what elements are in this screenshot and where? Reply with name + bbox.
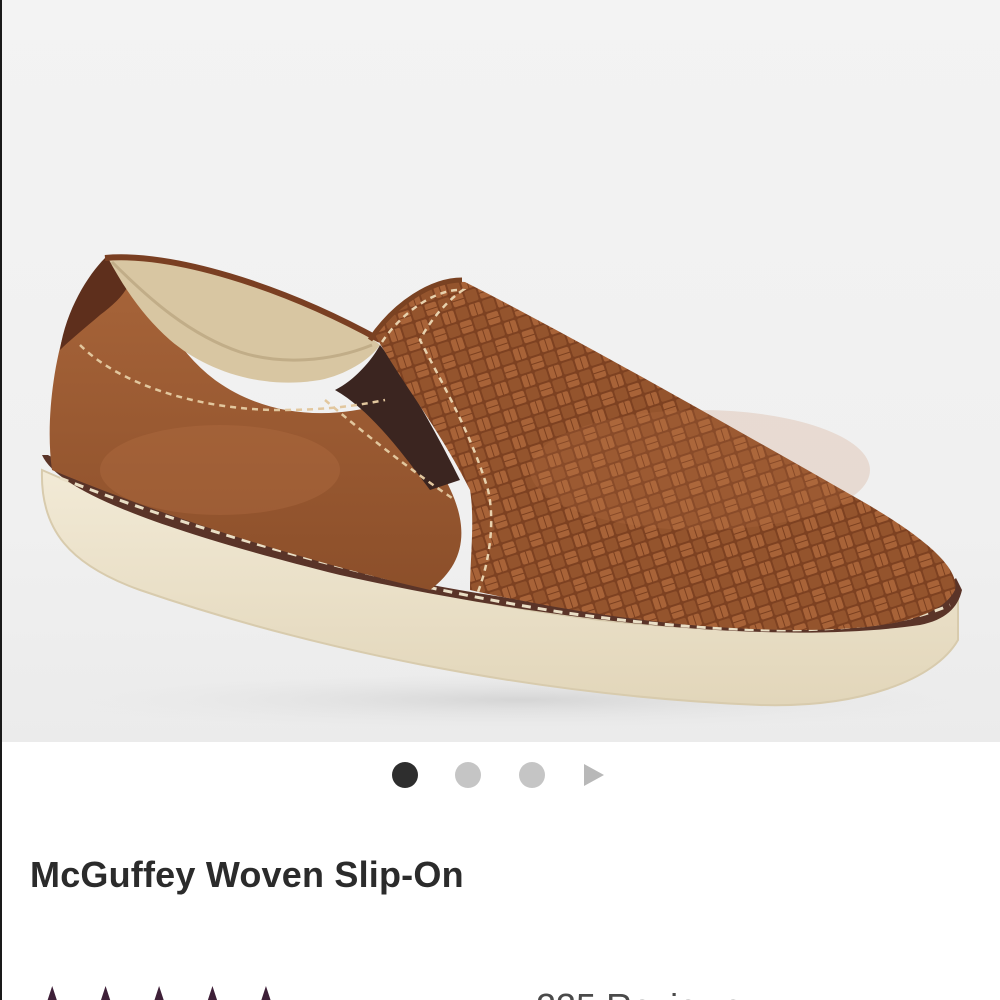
rating-stars[interactable]: ★ ★ ★ ★ ★: [28, 980, 290, 1000]
carousel-dot-2[interactable]: [455, 762, 481, 788]
reviews-link[interactable]: 235 Reviews: [536, 986, 742, 1000]
star-icon: ★: [242, 980, 290, 1000]
product-image[interactable]: [0, 0, 1000, 742]
star-icon: ★: [188, 980, 236, 1000]
star-icon: ★: [135, 980, 183, 1000]
star-icon: ★: [81, 980, 129, 1000]
shoe-illustration: [40, 254, 980, 730]
image-carousel-indicator: [0, 752, 1000, 798]
star-icon: ★: [28, 980, 76, 1000]
play-triangle-icon[interactable]: [584, 764, 604, 786]
product-page: McGuffey Woven Slip-On ★ ★ ★ ★ ★ 235 Rev…: [0, 0, 1000, 1000]
carousel-dot-3[interactable]: [519, 762, 545, 788]
window-edge: [0, 0, 2, 1000]
carousel-dot-1[interactable]: [392, 762, 418, 788]
product-title: McGuffey Woven Slip-On: [30, 854, 464, 895]
